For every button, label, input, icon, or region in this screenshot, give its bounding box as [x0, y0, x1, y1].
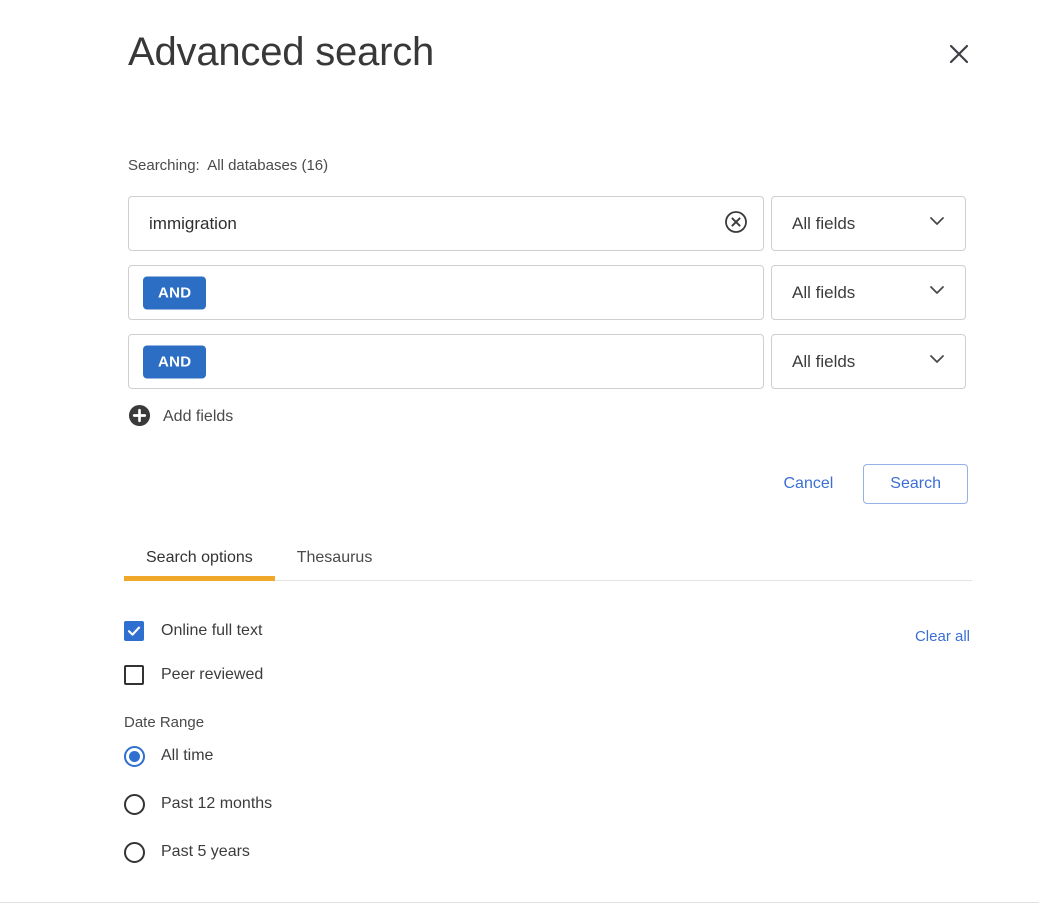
search-button[interactable]: Search: [863, 464, 968, 504]
field-selector-label-3: All fields: [792, 351, 856, 371]
dialog-header: Advanced search: [128, 24, 973, 94]
cancel-button[interactable]: Cancel: [781, 469, 835, 499]
radio-past-5-years-label: Past 5 years: [161, 843, 250, 860]
clear-circle-icon: [724, 210, 748, 237]
search-term-input-1[interactable]: [129, 197, 763, 250]
date-range-title: Date Range: [124, 714, 205, 731]
field-selector-label-2: All fields: [792, 282, 856, 302]
search-term-input-2[interactable]: [129, 266, 763, 319]
field-selector-1[interactable]: All fields: [771, 196, 966, 251]
page-title: Advanced search: [128, 30, 435, 74]
tab-thesaurus[interactable]: Thesaurus: [275, 550, 395, 580]
radio-past-12-months-label: Past 12 months: [161, 795, 273, 812]
close-dialog-button[interactable]: [939, 34, 979, 74]
radio-all-time-control[interactable]: [124, 745, 145, 767]
clear-all-button[interactable]: Clear all: [913, 626, 972, 647]
radio-dot: [129, 750, 140, 762]
checkbox-online-full-text-label: Online full text: [161, 622, 263, 639]
checkbox-peer-reviewed[interactable]: Peer reviewed: [124, 662, 263, 688]
chevron-down-icon: [927, 280, 947, 305]
checkbox-peer-reviewed-label: Peer reviewed: [161, 666, 264, 683]
search-term-input-3[interactable]: [129, 335, 763, 388]
clear-term-button-1[interactable]: [723, 211, 749, 237]
search-term-field-3: AND: [128, 334, 764, 389]
query-row: AND All fields: [128, 334, 968, 389]
radio-past-5-years[interactable]: Past 5 years: [124, 839, 250, 865]
query-row: AND All fields: [128, 265, 968, 320]
field-selector-2[interactable]: All fields: [771, 265, 966, 320]
field-selector-3[interactable]: All fields: [771, 334, 966, 389]
add-fields-label: Add fields: [163, 408, 234, 425]
tab-search-options[interactable]: Search options: [124, 550, 275, 581]
radio-past-12-months[interactable]: Past 12 months: [124, 791, 272, 817]
advanced-search-dialog: Advanced search Searching: All databases…: [0, 0, 1039, 903]
check-icon: [127, 626, 141, 636]
add-fields-button[interactable]: Add fields: [128, 404, 233, 430]
checkbox-peer-reviewed-box[interactable]: [124, 665, 144, 685]
dialog-actions: Cancel Search: [781, 464, 968, 504]
search-options-panel: Clear all Online full text Peer reviewed…: [124, 618, 972, 887]
search-term-field-2: AND: [128, 265, 764, 320]
radio-all-time[interactable]: All time: [124, 743, 213, 769]
boolean-operator-button-2[interactable]: AND: [143, 276, 207, 309]
checkbox-online-full-text-box[interactable]: [124, 621, 144, 641]
searching-label: Searching:: [128, 157, 200, 174]
radio-past-5-years-control[interactable]: [124, 841, 145, 863]
search-term-field-1: [128, 196, 764, 251]
chevron-down-icon: [927, 211, 947, 236]
boolean-operator-button-3[interactable]: AND: [143, 345, 207, 378]
radio-all-time-label: All time: [161, 747, 214, 764]
chevron-down-icon: [927, 349, 947, 374]
radio-past-12-months-control[interactable]: [124, 793, 145, 815]
searching-value: All databases (16): [207, 157, 329, 174]
field-selector-label-1: All fields: [792, 213, 856, 233]
searching-scope: Searching: All databases (16): [128, 157, 328, 174]
query-row: All fields: [128, 196, 968, 251]
plus-circle-icon: [128, 404, 151, 430]
checkbox-online-full-text[interactable]: Online full text: [124, 618, 262, 644]
options-tablist: Search options Thesaurus: [124, 536, 972, 581]
close-icon: [948, 43, 970, 65]
query-builder: All fields AND All fields: [128, 196, 968, 403]
